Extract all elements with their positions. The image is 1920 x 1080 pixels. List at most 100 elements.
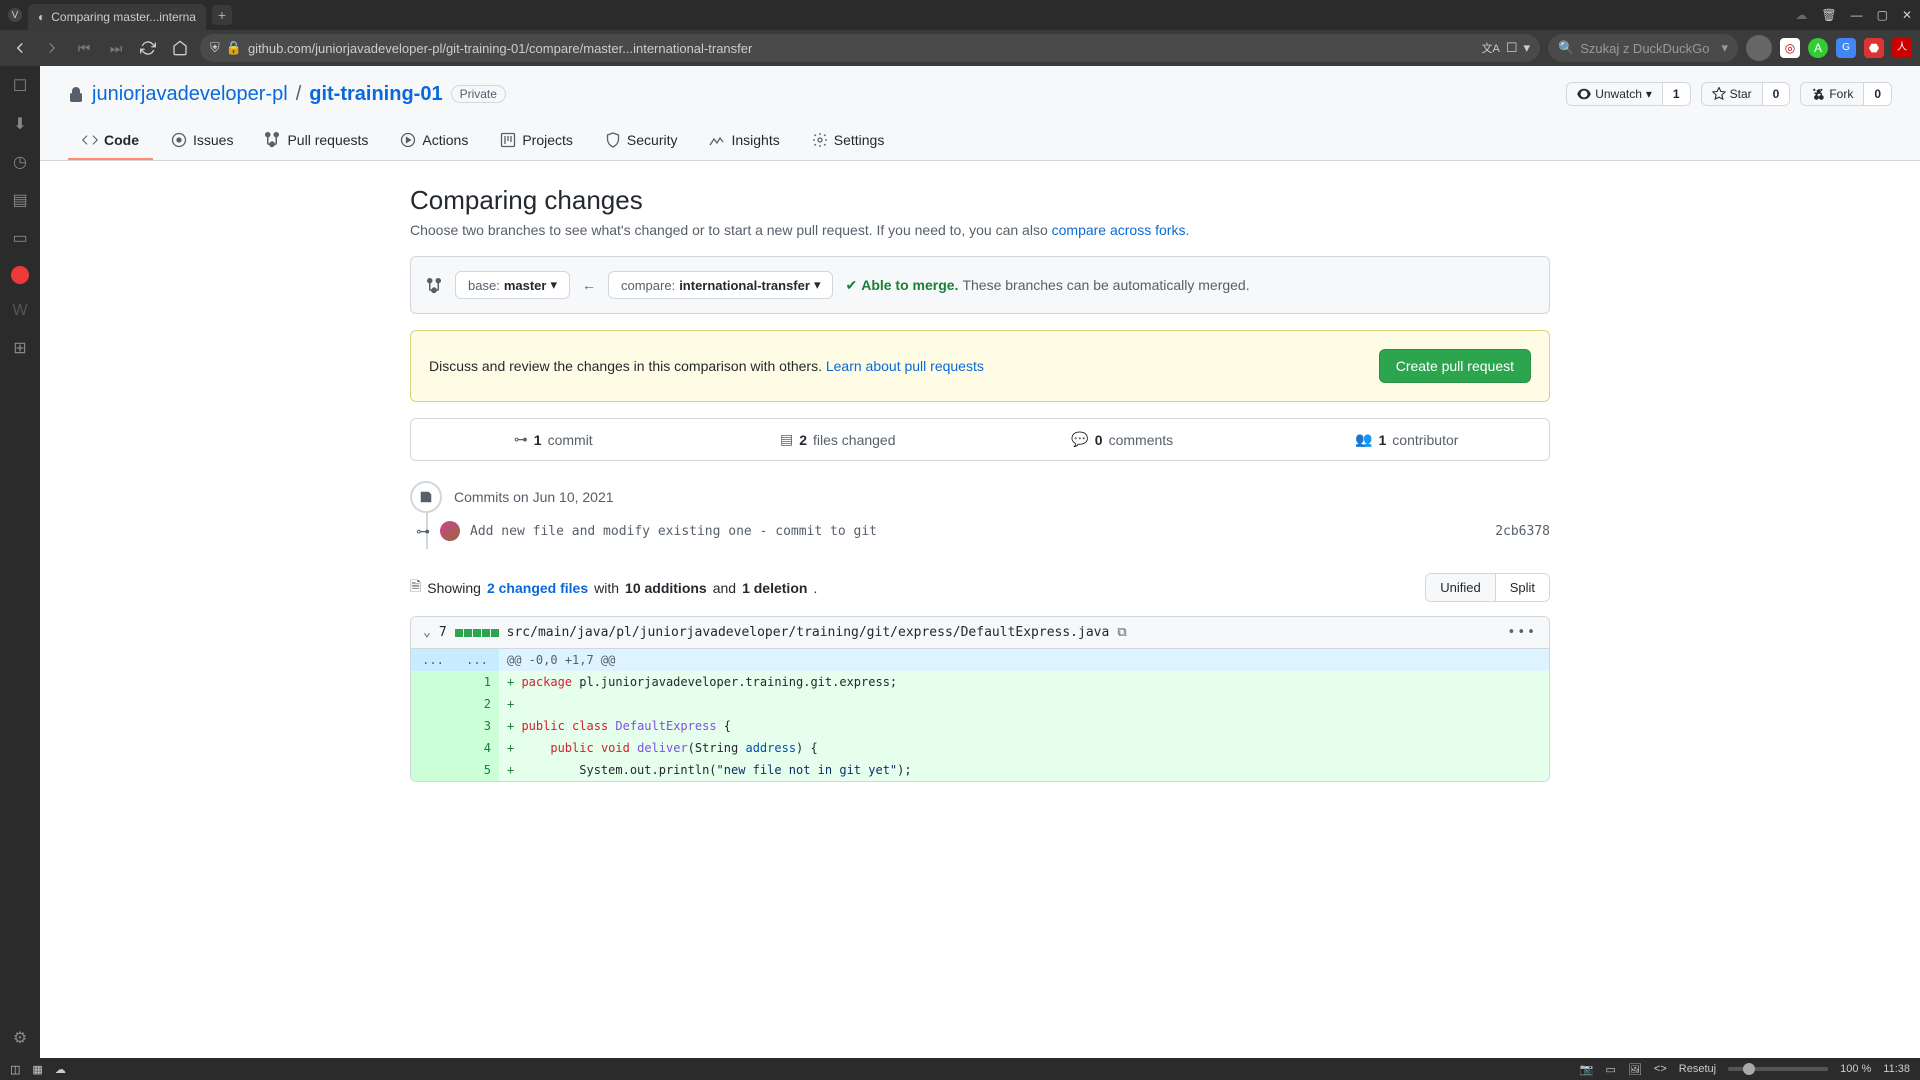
file-lines-count: 7 — [439, 625, 447, 640]
extension-pdf-icon[interactable]: 人 — [1892, 38, 1912, 58]
merge-status: ✔ Able to merge. These branches can be a… — [845, 277, 1249, 294]
translate-icon[interactable]: 文A — [1481, 40, 1499, 56]
tab-projects[interactable]: Projects — [486, 122, 587, 160]
stat-commits[interactable]: ⊶1 commit — [411, 419, 696, 460]
bookmarks-panel-icon[interactable]: ☐ — [13, 76, 27, 96]
reload-button[interactable] — [136, 36, 160, 60]
arrow-left-icon: ← — [582, 277, 596, 293]
wiki-panel-icon[interactable]: W — [12, 302, 27, 320]
fastforward-button[interactable]: ⏭ — [104, 36, 128, 60]
history-panel-icon[interactable]: ◷ — [13, 152, 27, 172]
stat-files[interactable]: ▤2 files changed — [696, 419, 981, 460]
page-actions-icon[interactable]: <> — [1654, 1063, 1667, 1075]
stat-contributors[interactable]: 👥1 contributor — [1265, 419, 1550, 460]
reset-zoom-button[interactable]: Resetuj — [1679, 1063, 1716, 1075]
search-icon: 🔍 — [1558, 40, 1574, 56]
back-button[interactable] — [8, 36, 32, 60]
new-tab-button[interactable]: + — [212, 5, 232, 25]
forward-button[interactable] — [40, 36, 64, 60]
repo-owner-link[interactable]: juniorjavadeveloper-pl — [92, 83, 288, 106]
stat-comments[interactable]: 💬0 comments — [980, 419, 1265, 460]
compare-forks-link[interactable]: compare across forks — [1052, 222, 1186, 238]
bookmark-icon[interactable]: ☐ — [1506, 40, 1518, 56]
notes-panel-icon[interactable]: ▤ — [12, 190, 27, 210]
close-window-icon[interactable]: ✕ — [1902, 8, 1912, 22]
tab-issues[interactable]: Issues — [157, 122, 247, 160]
zoom-slider[interactable] — [1728, 1067, 1828, 1071]
file-diff-icon: ▤ — [780, 431, 793, 448]
base-branch-select[interactable]: base: master▾ — [455, 271, 570, 299]
comment-icon: 💬 — [1071, 431, 1088, 448]
tab-favicon: ◐ — [38, 10, 45, 24]
range-editor: base: master▾ ← compare: international-t… — [410, 256, 1550, 314]
rewind-button[interactable]: ⏮ — [72, 36, 96, 60]
page-title: Comparing changes — [410, 185, 1550, 216]
browser-search[interactable]: 🔍 Szukaj z DuckDuckGo ▾ — [1548, 34, 1738, 62]
tab-code[interactable]: Code — [68, 122, 153, 160]
downloads-panel-icon[interactable]: ⬇ — [13, 114, 26, 134]
browser-tab[interactable]: ◐ Comparing master...interna — [28, 4, 206, 30]
tab-insights[interactable]: Insights — [695, 122, 793, 160]
maximize-icon[interactable]: ▢ — [1877, 8, 1888, 22]
profile-avatar[interactable] — [1746, 35, 1772, 61]
create-pr-button[interactable]: Create pull request — [1379, 349, 1531, 383]
lock-icon[interactable]: 🔒 — [226, 40, 242, 56]
extension-red-icon[interactable]: ⬣ — [1864, 38, 1884, 58]
search-placeholder: Szukaj z DuckDuckGo — [1580, 41, 1709, 56]
panel-toggle-icon[interactable]: ◫ — [10, 1063, 20, 1076]
learn-pr-link[interactable]: Learn about pull requests — [826, 358, 984, 374]
trash-icon[interactable]: 🗑 — [1821, 8, 1836, 22]
banner-text: Discuss and review the changes in this c… — [429, 358, 984, 374]
fork-button[interactable]: Fork 0 — [1800, 82, 1892, 106]
file-menu-icon[interactable]: ••• — [1508, 625, 1537, 640]
cloud-icon[interactable]: ☁ — [1795, 8, 1807, 22]
sync-icon[interactable]: ☁ — [55, 1063, 66, 1076]
commit-message[interactable]: Add new file and modify existing one - c… — [470, 524, 877, 539]
diff-table: ......@@ -0,0 +1,7 @@ 1+ package pl.juni… — [411, 649, 1549, 781]
tab-settings[interactable]: Settings — [798, 122, 899, 160]
extension-ublock-icon[interactable]: ◎ — [1780, 38, 1800, 58]
add-panel-icon[interactable]: ⊞ — [13, 338, 26, 358]
tab-security[interactable]: Security — [591, 122, 692, 160]
page-content: juniorjavadeveloper-pl / git-training-01… — [40, 66, 1920, 1058]
collapse-file-icon[interactable]: ⌄ — [423, 625, 431, 640]
settings-panel-icon[interactable]: ⚙ — [13, 1028, 27, 1048]
shield-icon[interactable]: ⛨ — [210, 40, 220, 56]
extension-a-icon[interactable]: A — [1808, 38, 1828, 58]
pip-icon[interactable]: ▭ — [1606, 1063, 1616, 1076]
diff-line: 3+ public class DefaultExpress { — [411, 715, 1549, 737]
commit-author-avatar[interactable] — [440, 521, 460, 541]
check-icon: ✔ — [845, 277, 857, 294]
chevron-down-icon[interactable]: ▾ — [1721, 40, 1728, 56]
extension-translate-icon[interactable]: G — [1836, 38, 1856, 58]
home-button[interactable] — [168, 36, 192, 60]
vivaldi-menu-icon[interactable]: V — [8, 8, 22, 22]
capture-icon[interactable]: 📷 — [1580, 1063, 1594, 1076]
tab-pullrequests[interactable]: Pull requests — [251, 122, 382, 160]
compare-branch-select[interactable]: compare: international-transfer▾ — [608, 271, 833, 299]
vivaldi-icon[interactable] — [11, 266, 29, 284]
copy-path-icon[interactable]: ⧉ — [1117, 625, 1126, 640]
url-bar[interactable]: ⛨ 🔒 github.com/juniorjavadeveloper-pl/gi… — [200, 34, 1540, 62]
file-path[interactable]: src/main/java/pl/juniorjavadeveloper/tra… — [507, 625, 1110, 640]
window-panel-icon[interactable]: ▭ — [12, 228, 27, 248]
split-button[interactable]: Split — [1495, 574, 1549, 601]
tiling-icon[interactable]: ▦ — [32, 1063, 42, 1076]
images-toggle-icon[interactable]: 🖼 — [1628, 1063, 1642, 1076]
diff-line: 2+ — [411, 693, 1549, 715]
tab-actions[interactable]: Actions — [386, 122, 482, 160]
diffstat-squares — [455, 629, 499, 637]
commit-node-icon: ⊶ — [416, 523, 430, 540]
chevron-down-icon[interactable]: ▾ — [1523, 40, 1530, 56]
commit-sha[interactable]: 2cb6378 — [1495, 524, 1550, 539]
star-button[interactable]: Star 0 — [1701, 82, 1791, 106]
unified-button[interactable]: Unified — [1426, 574, 1494, 601]
tab-title: Comparing master...interna — [51, 10, 196, 24]
diff-line: 5+ System.out.println("new file not in g… — [411, 759, 1549, 781]
changed-files-link[interactable]: 2 changed files — [487, 580, 588, 596]
repo-slash: / — [296, 83, 302, 106]
unwatch-button[interactable]: Unwatch ▾ 1 — [1566, 82, 1690, 106]
repo-name-link[interactable]: git-training-01 — [309, 83, 442, 106]
minimize-icon[interactable]: — — [1851, 8, 1863, 22]
repo-header: juniorjavadeveloper-pl / git-training-01… — [40, 66, 1920, 161]
